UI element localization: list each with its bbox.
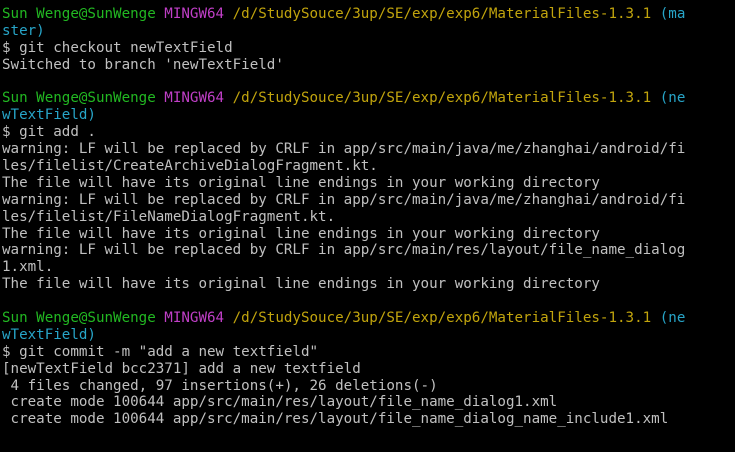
terminal-text-segment: The file will have its original line end… bbox=[2, 225, 600, 242]
terminal-line: The file will have its original line end… bbox=[2, 175, 735, 192]
terminal-line: create mode 100644 app/src/main/res/layo… bbox=[2, 411, 735, 428]
terminal-line: $ git commit -m "add a new textfield" bbox=[2, 344, 735, 361]
terminal-text-segment: wTextField) bbox=[2, 107, 96, 124]
terminal-text-segment: create mode 100644 app/src/main/res/layo… bbox=[2, 394, 558, 411]
terminal-text-segment: create mode 100644 app/src/main/res/layo… bbox=[2, 411, 669, 428]
terminal-line: 4 files changed, 97 insertions(+), 26 de… bbox=[2, 378, 735, 395]
terminal-output[interactable]: Sun Wenge@SunWenge MINGW64 /d/StudySouce… bbox=[2, 6, 735, 452]
terminal-line: Sun Wenge@SunWenge MINGW64 /d/StudySouce… bbox=[2, 310, 735, 327]
terminal-line: wTextField) bbox=[2, 107, 735, 124]
terminal-text-segment: (ne bbox=[659, 90, 686, 107]
terminal-line: warning: LF will be replaced by CRLF in … bbox=[2, 242, 735, 259]
terminal-line: les/filelist/FileNameDialogFragment.kt. bbox=[2, 209, 735, 226]
terminal-text-segment: MINGW64 bbox=[164, 6, 233, 22]
terminal-text-segment: MINGW64 bbox=[164, 310, 233, 327]
terminal-text-segment: /d/StudySouce/3up/SE/exp/exp6/MaterialFi… bbox=[232, 310, 660, 327]
terminal-text-segment: /d/StudySouce/3up/SE/exp/exp6/MaterialFi… bbox=[232, 90, 660, 107]
terminal-text-segment: les/filelist/FileNameDialogFragment.kt. bbox=[2, 208, 336, 225]
terminal-line: Sun Wenge@SunWenge MINGW64 /d/StudySouce… bbox=[2, 90, 735, 107]
terminal-text-segment: wTextField) bbox=[2, 326, 96, 343]
terminal-line: les/filelist/CreateArchiveDialogFragment… bbox=[2, 158, 735, 175]
terminal-line: create mode 100644 app/src/main/res/layo… bbox=[2, 394, 735, 411]
terminal-line: 1.xml. bbox=[2, 259, 735, 276]
terminal-line: [newTextField bcc2371] add a new textfie… bbox=[2, 361, 735, 378]
terminal-line: Switched to branch 'newTextField' bbox=[2, 57, 735, 74]
terminal-text-segment: Sun Wenge@SunWenge bbox=[2, 90, 165, 107]
terminal-text-segment: The file will have its original line end… bbox=[2, 174, 600, 191]
terminal-line: warning: LF will be replaced by CRLF in … bbox=[2, 192, 735, 209]
terminal-line: wTextField) bbox=[2, 327, 735, 344]
terminal-text-segment: (ma bbox=[659, 6, 686, 22]
terminal-text-segment: MINGW64 bbox=[164, 90, 233, 107]
terminal-text-segment: ster) bbox=[2, 22, 45, 39]
terminal-line: Sun Wenge@SunWenge MINGW64 /d/StudySouce… bbox=[2, 6, 735, 23]
terminal-text-segment: (ne bbox=[659, 310, 686, 327]
terminal-text-segment: $ git add . bbox=[2, 124, 96, 141]
terminal-text-segment: $ git checkout newTextField bbox=[2, 39, 233, 56]
terminal-line: $ git add . bbox=[2, 124, 735, 141]
terminal-text-segment: [newTextField bcc2371] add a new textfie… bbox=[2, 360, 361, 377]
terminal-text-segment: Sun Wenge@SunWenge bbox=[2, 6, 165, 22]
terminal-text-segment: warning: LF will be replaced by CRLF in … bbox=[2, 242, 686, 259]
terminal-text-segment: The file will have its original line end… bbox=[2, 276, 600, 293]
terminal-text-segment: 1.xml. bbox=[2, 259, 54, 276]
terminal-text-segment: 4 files changed, 97 insertions(+), 26 de… bbox=[2, 377, 438, 394]
terminal-line: The file will have its original line end… bbox=[2, 226, 735, 243]
terminal-line: $ git checkout newTextField bbox=[2, 40, 735, 57]
terminal-text-segment: Switched to branch 'newTextField' bbox=[2, 56, 284, 73]
terminal-text-segment: Sun Wenge@SunWenge bbox=[2, 310, 165, 327]
terminal-line: warning: LF will be replaced by CRLF in … bbox=[2, 141, 735, 158]
terminal-text-segment: $ git commit -m "add a new textfield" bbox=[2, 343, 319, 360]
terminal-line: The file will have its original line end… bbox=[2, 276, 735, 293]
terminal-text-segment: warning: LF will be replaced by CRLF in … bbox=[2, 141, 686, 158]
terminal-line: ster) bbox=[2, 23, 735, 40]
terminal-text-segment: /d/StudySouce/3up/SE/exp/exp6/MaterialFi… bbox=[232, 6, 660, 22]
terminal-text-segment: les/filelist/CreateArchiveDialogFragment… bbox=[2, 158, 378, 175]
terminal-text-segment: warning: LF will be replaced by CRLF in … bbox=[2, 191, 686, 208]
